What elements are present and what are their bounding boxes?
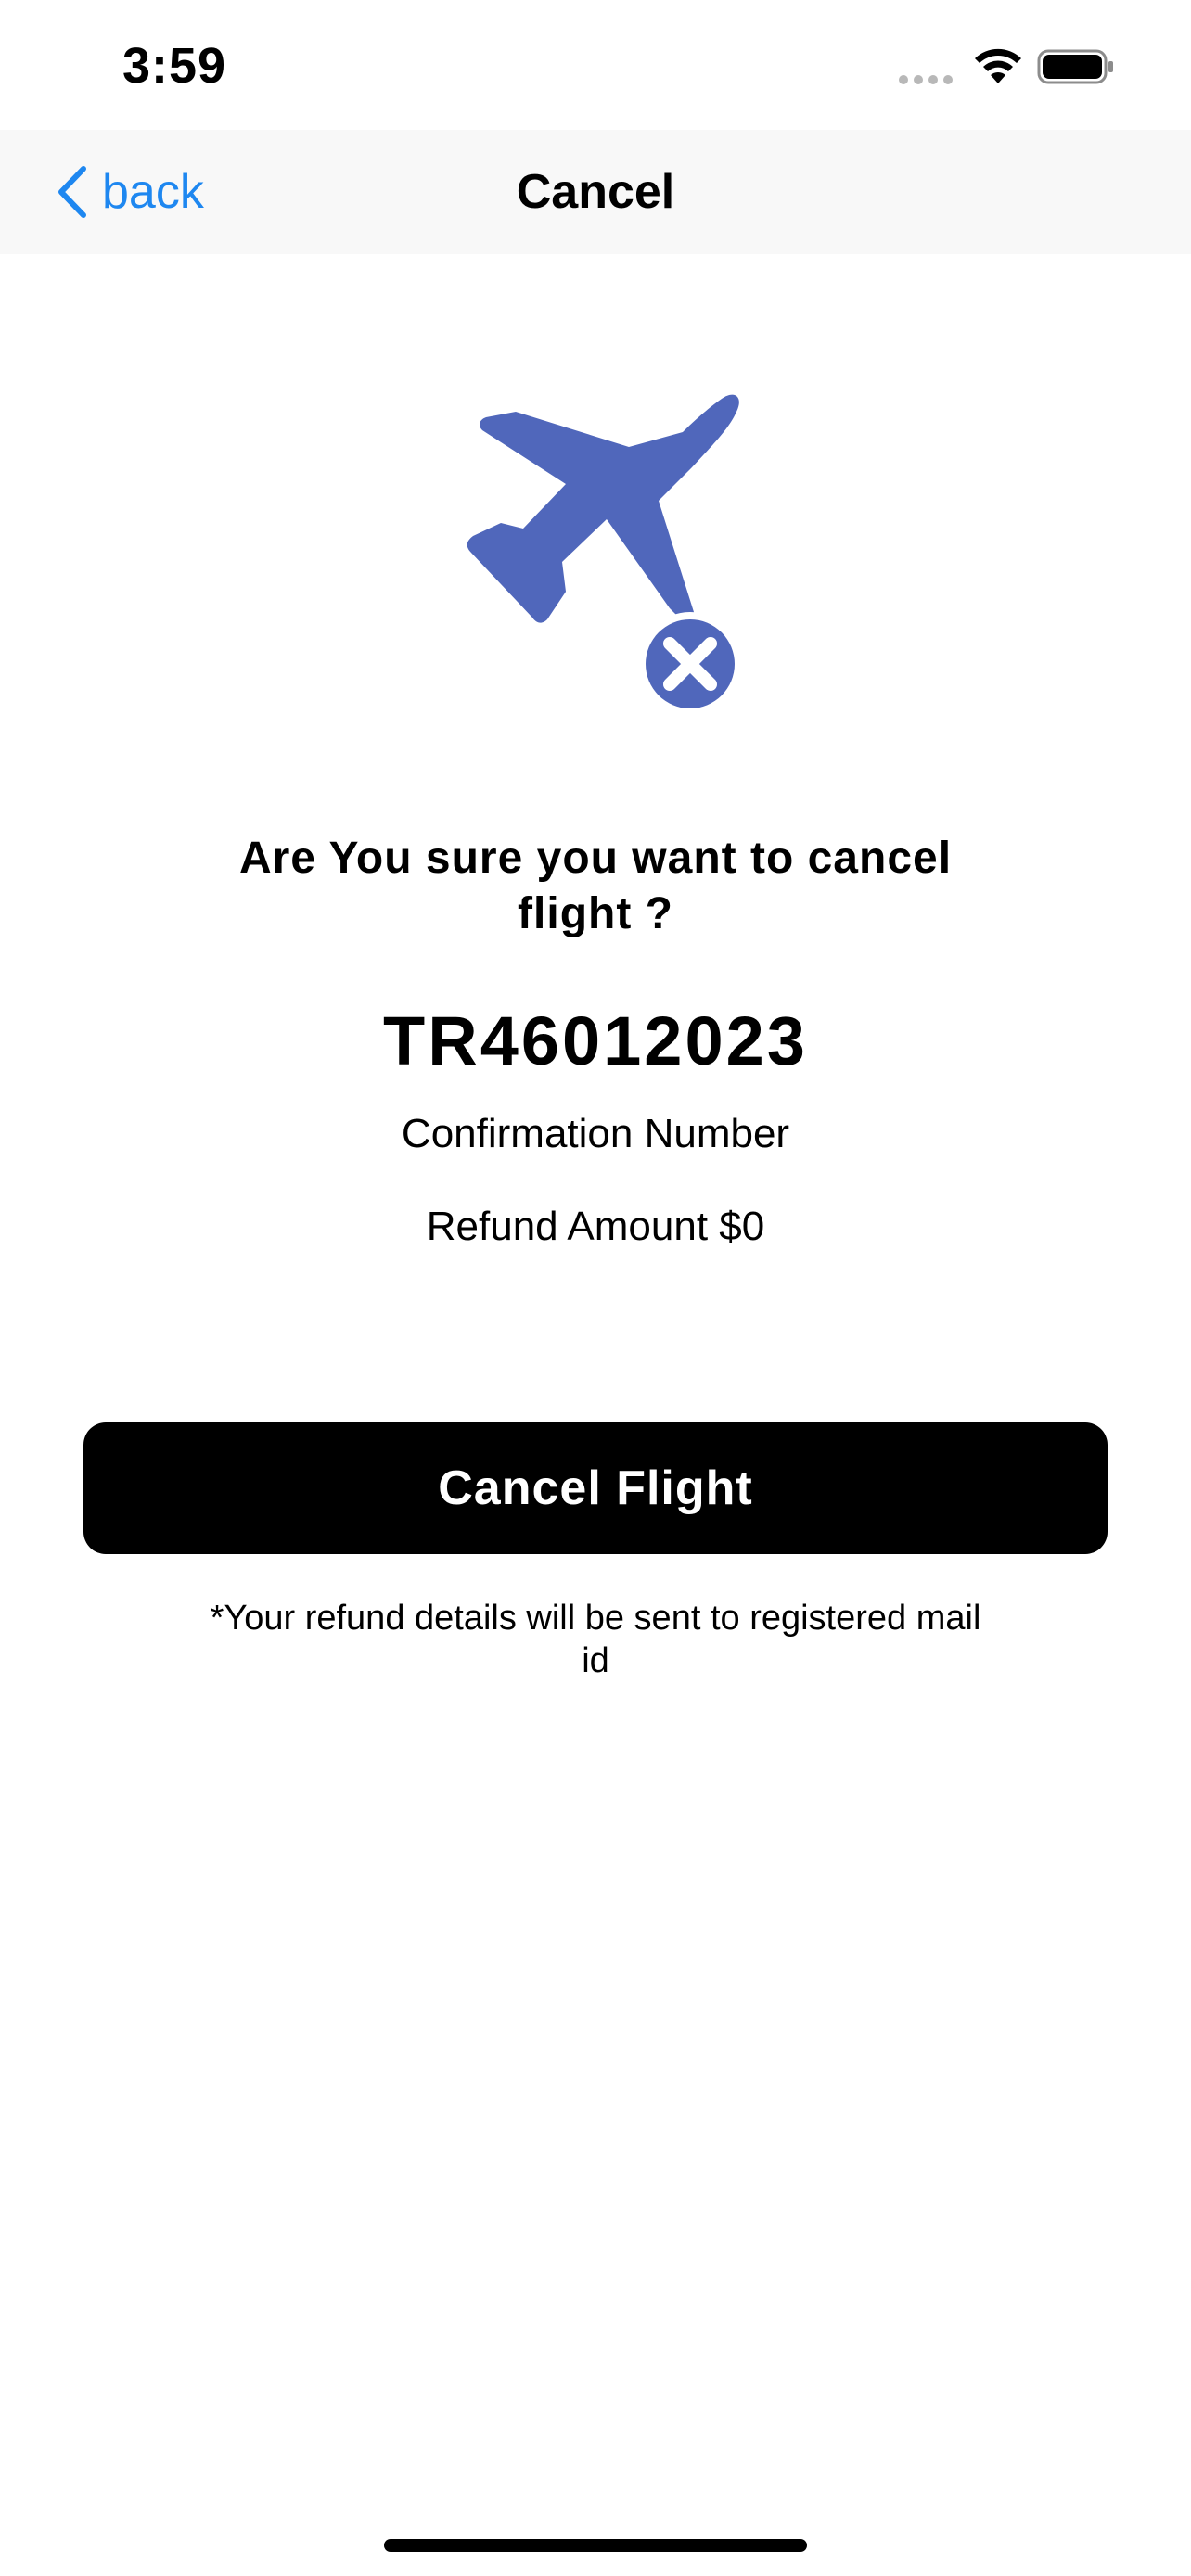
status-bar: 3:59 [0,0,1191,130]
navigation-bar: back Cancel [0,130,1191,254]
wifi-icon [975,48,1021,83]
confirmation-number-label: Confirmation Number [401,1111,790,1156]
refund-note: *Your refund details will be sent to reg… [210,1599,981,1680]
signal-dots-icon [899,75,953,84]
refund-amount: Refund Amount $0 [426,1204,765,1249]
battery-icon [1037,49,1113,84]
back-label: back [102,165,204,219]
airplane-cancel-icon [467,394,742,714]
status-time: 3:59 [122,38,227,94]
chevron-left-icon [58,166,86,218]
back-button[interactable]: back [56,130,204,254]
confirmation-number: TR46012023 [383,1002,808,1079]
home-indicator [384,2539,807,2552]
cancel-flight-button[interactable]: Cancel Flight [83,1422,1108,1554]
cancel-question: Are You sure you want to cancel flight ? [238,834,953,938]
